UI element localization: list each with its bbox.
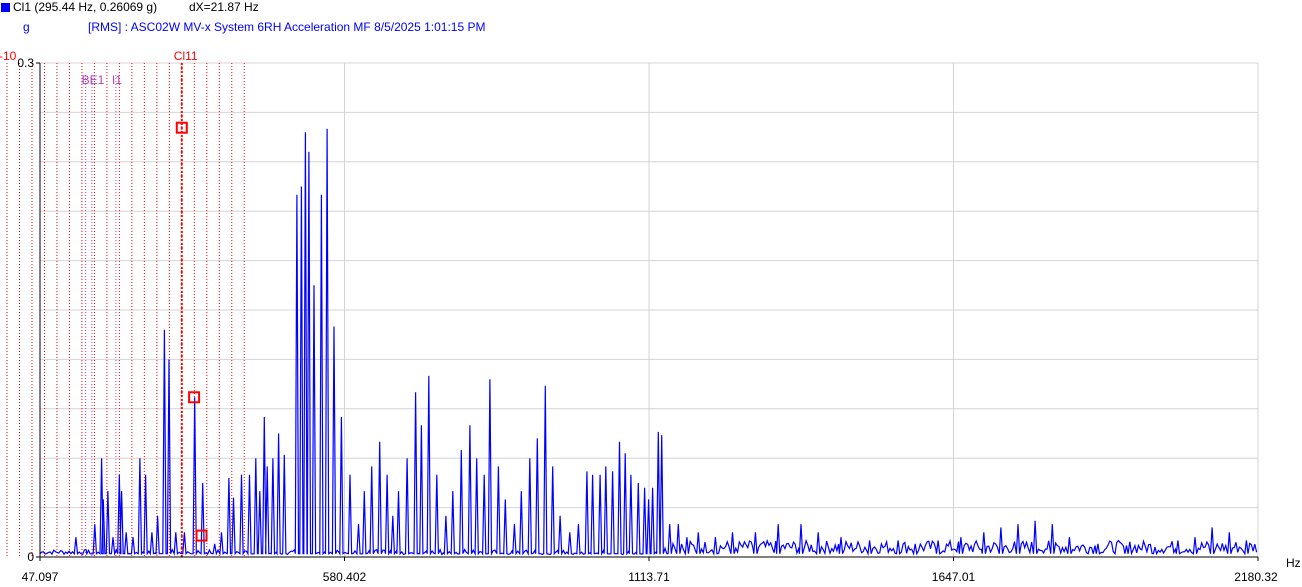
x-axis-unit: Hz bbox=[1286, 556, 1301, 570]
x-tick-label: 1647.01 bbox=[932, 570, 976, 584]
band-marker-label: BE1 bbox=[82, 73, 105, 87]
spectrum-series bbox=[39, 128, 1258, 557]
harmonic-start-label: -10 bbox=[0, 49, 17, 63]
x-tick-label: 47.097 bbox=[22, 570, 59, 584]
band-marker-label: I1 bbox=[112, 73, 122, 87]
x-tick-label: 2180.32 bbox=[1234, 570, 1278, 584]
harmonic-cursor-lines[interactable]: -10 bbox=[0, 49, 245, 557]
primary-cursor-label: Cl11 bbox=[174, 49, 198, 63]
spectrum-plot[interactable]: -10 BE1 I1 Cl11 0 0.3 47.097 580.402 1113.71 1… bbox=[0, 0, 1302, 587]
y-tick-label: 0 bbox=[27, 550, 34, 564]
cursor-markers[interactable]: Cl11 bbox=[174, 49, 208, 557]
spectrum-trace bbox=[39, 128, 1258, 557]
x-tick-label: 580.402 bbox=[323, 570, 367, 584]
y-tick-label: 0.3 bbox=[17, 56, 34, 70]
x-tick-label: 1113.71 bbox=[628, 570, 670, 584]
grid-lines bbox=[40, 62, 1259, 557]
